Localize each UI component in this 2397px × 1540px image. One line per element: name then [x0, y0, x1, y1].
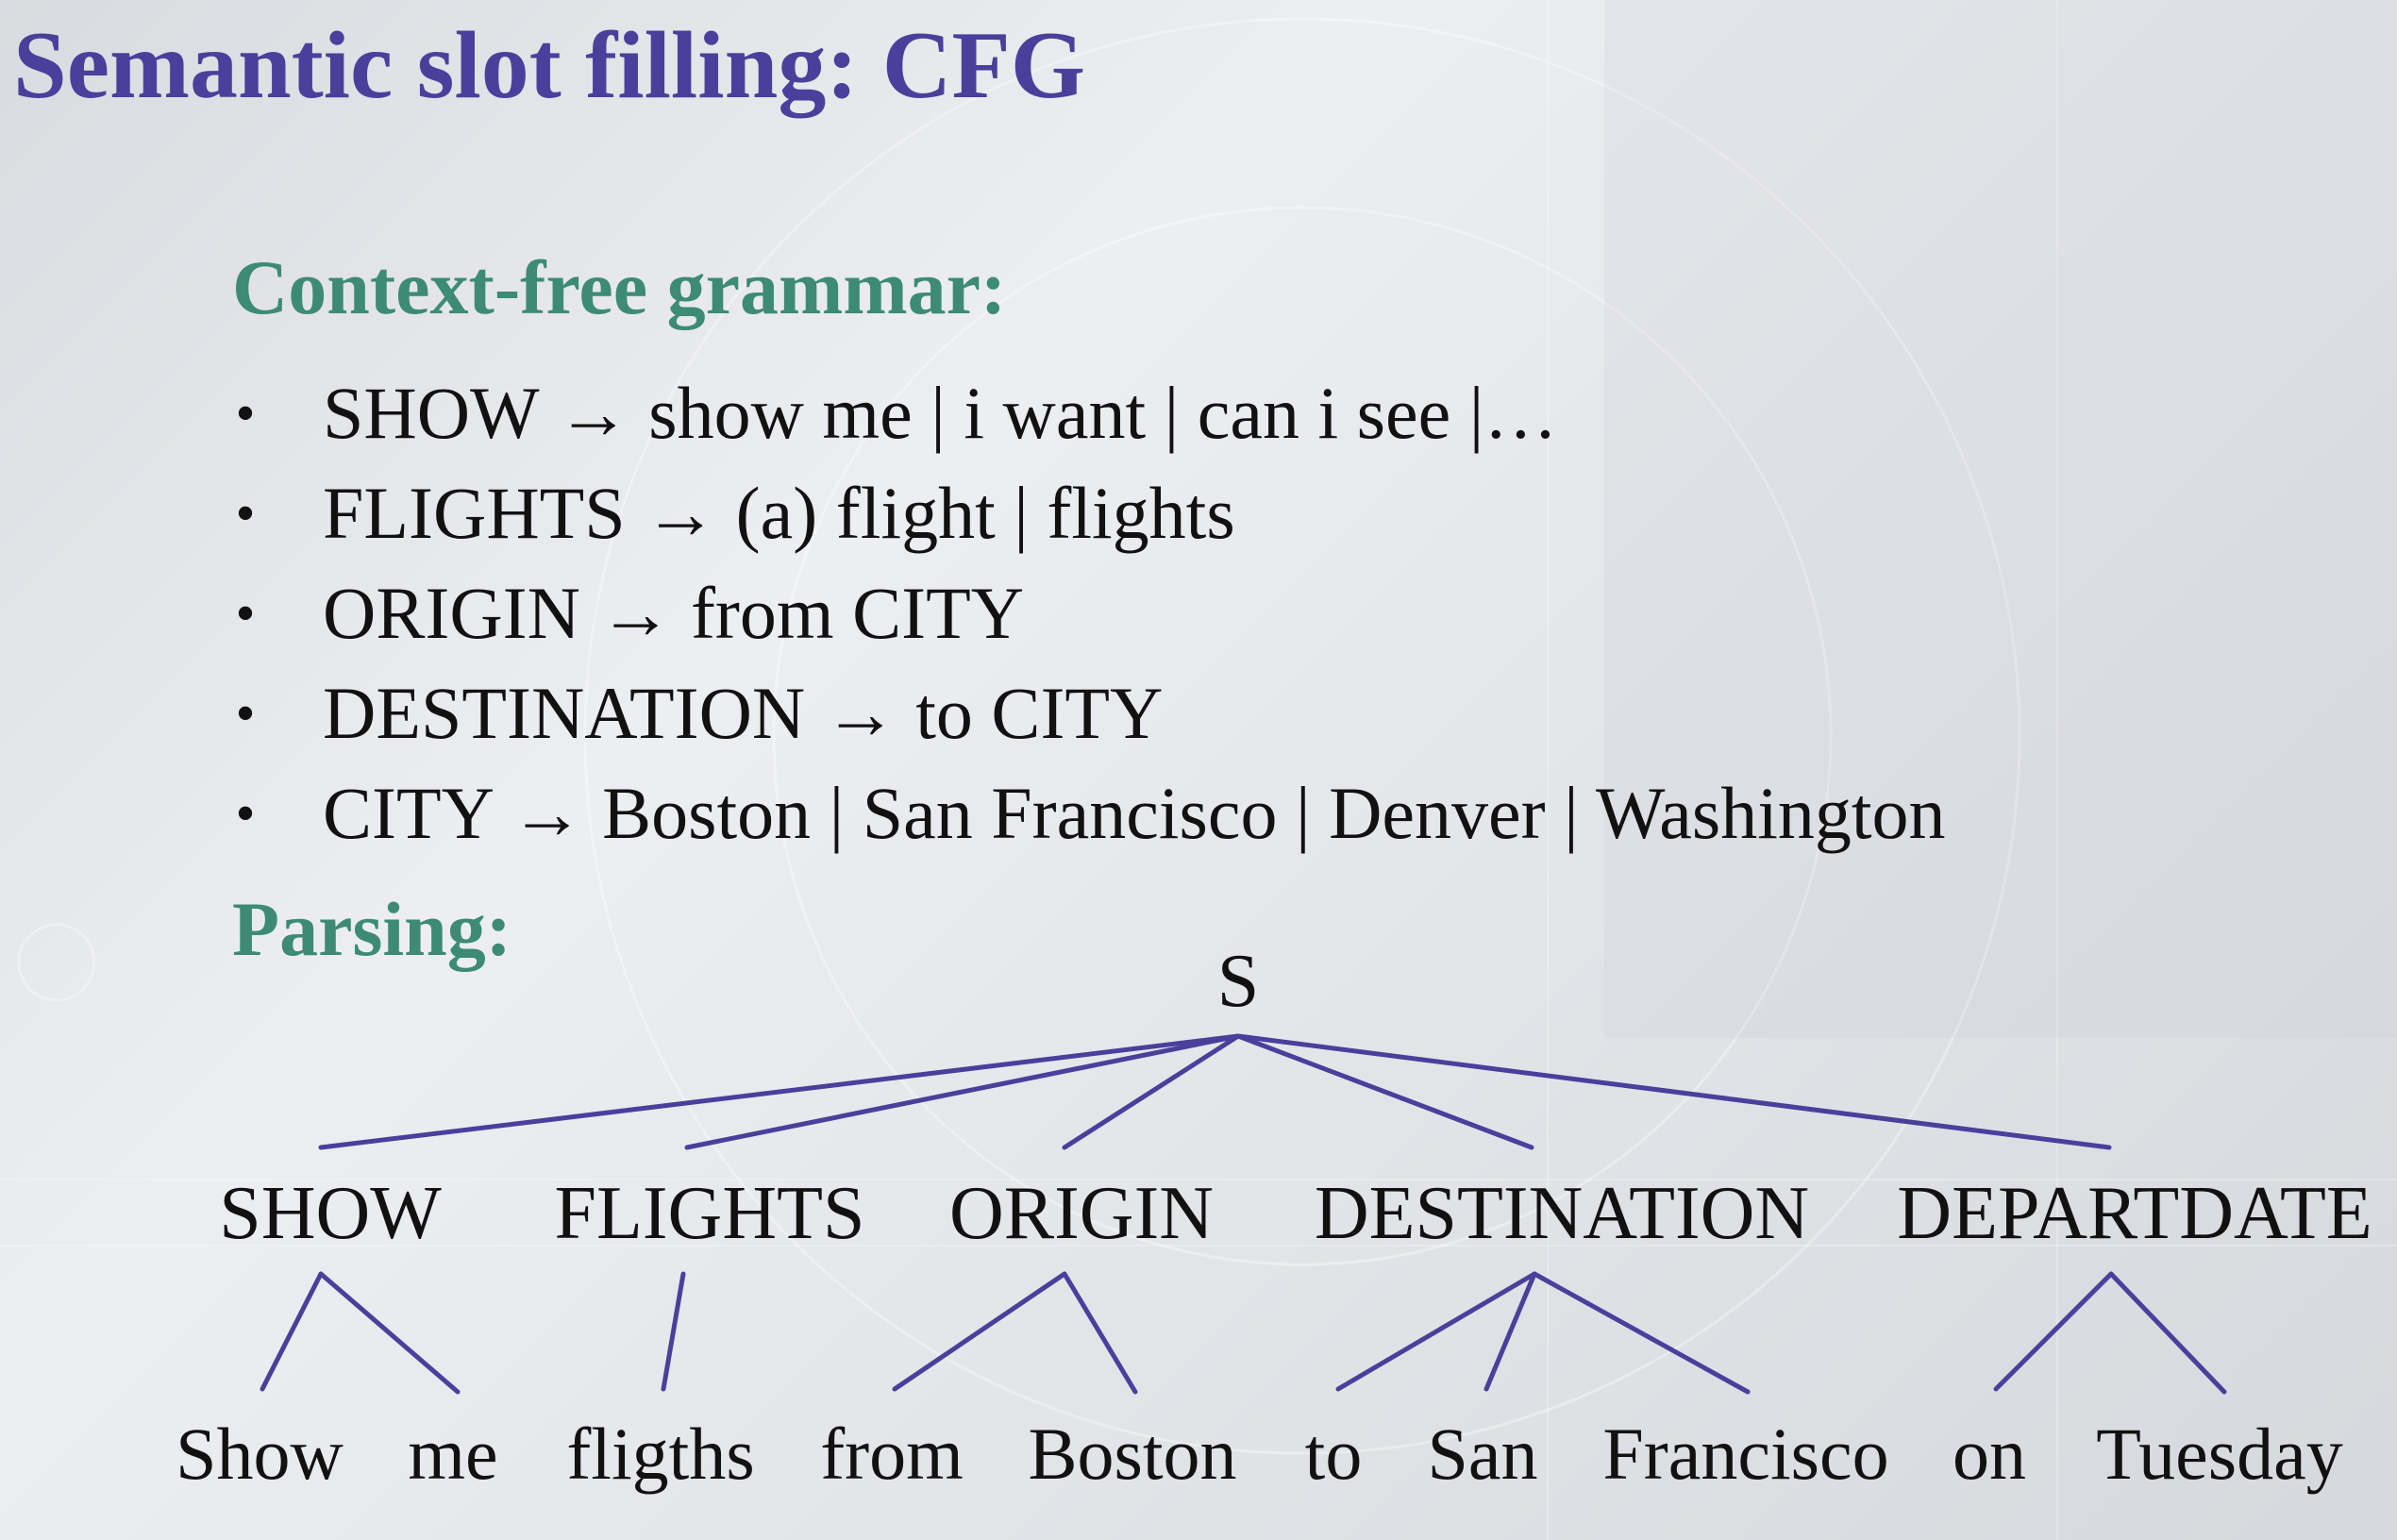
tree-edge [661, 1271, 686, 1392]
tree-edge [2108, 1271, 2227, 1395]
tree-edge [1335, 1271, 1537, 1392]
tree-edge [1993, 1271, 2114, 1392]
tree-edge [1235, 1033, 2112, 1150]
tree-slot-node-flights: FLIGHTS [555, 1172, 865, 1255]
tree-edge [1062, 1271, 1138, 1395]
tree-root-node: S [1217, 940, 1260, 1023]
tree-edge [892, 1271, 1067, 1392]
tree-slot-node-show: SHOW [219, 1172, 442, 1255]
tree-edge [260, 1271, 324, 1392]
tree-slot-node-destination: DESTINATION [1315, 1172, 1809, 1255]
tree-leaf-word: Boston [1028, 1413, 1236, 1495]
tree-leaf-word: to [1305, 1413, 1363, 1495]
tree-leaf-word: from [820, 1413, 964, 1495]
tree-leaf-word: me [408, 1413, 497, 1495]
parse-tree: S SHOW FLIGHTS ORIGIN DESTINATION DEPART… [176, 940, 2372, 1495]
tree-leaf-word: fligths [566, 1413, 754, 1495]
tree-leaf-word: San [1428, 1413, 1538, 1495]
tree-leaf-word: on [1953, 1413, 2026, 1495]
tree-edge [1532, 1271, 1751, 1395]
tree-slot-node-departdate: DEPARTDATE [1897, 1172, 2372, 1255]
tree-edge [1483, 1271, 1537, 1392]
tree-leaf-word: Francisco [1602, 1413, 1888, 1495]
tree-slot-node-origin: ORIGIN [949, 1172, 1214, 1255]
tree-edge [318, 1271, 461, 1395]
tree-leaf-word: Tuesday [2096, 1413, 2343, 1495]
tree-leaf-word: Show [176, 1413, 344, 1495]
